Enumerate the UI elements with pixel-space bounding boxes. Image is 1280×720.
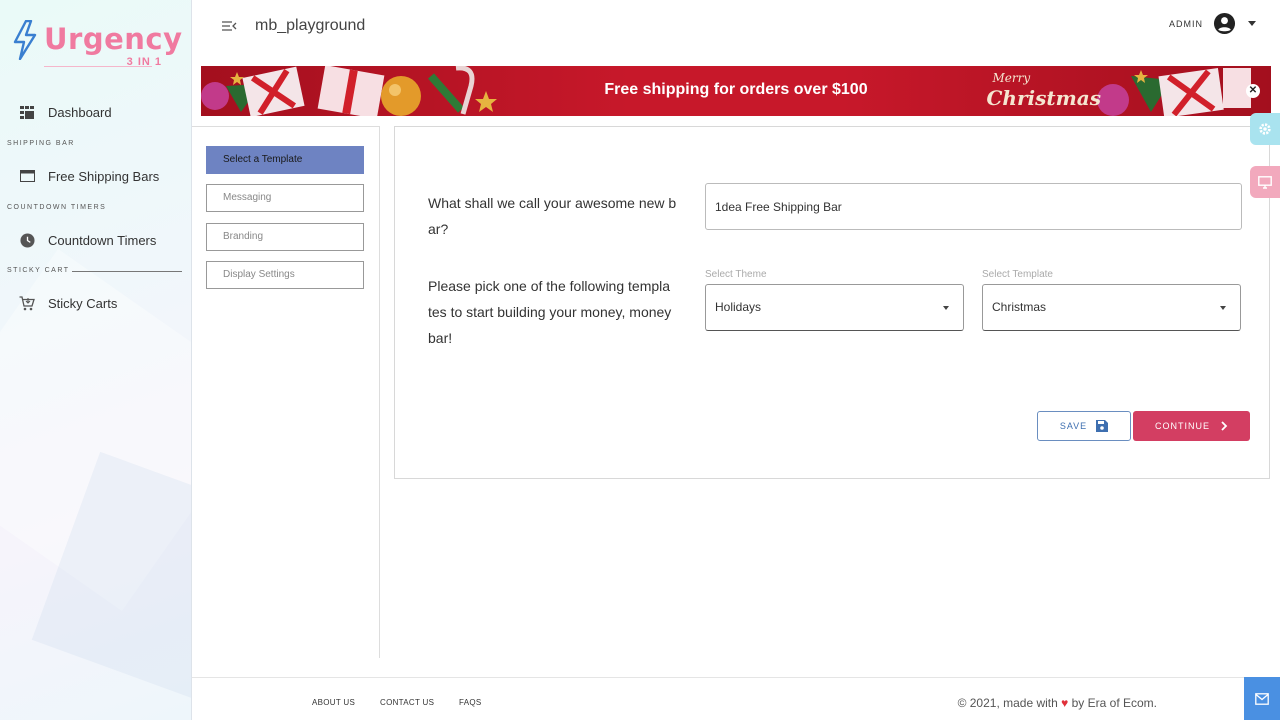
template-form-card: What shall we call your awesome new b ar… <box>394 126 1270 479</box>
store-name: mb_playground <box>255 17 366 34</box>
section-label-countdown-timers: COUNTDOWN TIMERS <box>7 204 107 211</box>
copyright-prefix: © 2021, made with <box>957 696 1058 710</box>
preview-float-button[interactable] <box>1250 166 1280 198</box>
template-select-label: Select Template <box>982 269 1053 280</box>
user-menu[interactable]: ADMIN <box>1169 12 1256 35</box>
shipping-bar-preview: Free shipping for orders over $100 Merry… <box>201 66 1271 116</box>
question-line: bar! <box>428 330 453 346</box>
menu-collapse-icon[interactable] <box>221 18 237 34</box>
theme-select[interactable]: Holidays <box>705 284 964 331</box>
brand-name: Urgency <box>44 22 183 56</box>
save-button[interactable]: SAVE <box>1037 411 1131 441</box>
step-messaging[interactable]: Messaging <box>206 184 364 212</box>
step-select-template[interactable]: Select a Template <box>206 146 364 174</box>
bar-window-icon <box>19 168 35 184</box>
contact-mail-button[interactable] <box>1244 677 1280 720</box>
gear-icon <box>1259 123 1271 135</box>
footer-copyright: © 2021, made with ♥ by Era of Ecom. <box>958 696 1157 710</box>
holiday-decoration-right <box>1097 68 1251 116</box>
sidebar-item-label: Countdown Timers <box>48 232 157 248</box>
theme-select-value: Holidays <box>715 300 762 314</box>
theme-select-label: Select Theme <box>705 269 767 280</box>
settings-float-button[interactable] <box>1250 113 1280 145</box>
name-question: What shall we call your awesome new b ar… <box>428 190 688 242</box>
section-label-shipping-bar: SHIPPING BAR <box>7 140 75 147</box>
step-branding[interactable]: Branding <box>206 223 364 251</box>
clock-icon <box>19 232 35 248</box>
cart-icon <box>19 295 35 311</box>
app-logo[interactable]: Urgency 3 IN 1 <box>10 18 183 74</box>
steps-panel: Select a Template Messaging Branding Dis… <box>192 126 380 658</box>
save-button-label: SAVE <box>1059 421 1088 431</box>
sidebar-item-countdown-timers[interactable]: Countdown Timers <box>0 226 190 254</box>
close-icon[interactable]: ✕ <box>1246 84 1260 98</box>
sidebar-item-sticky-carts[interactable]: Sticky Carts <box>0 289 190 317</box>
question-line: ar? <box>428 221 449 237</box>
brand-subtitle: 3 IN 1 <box>126 56 162 68</box>
sidebar-item-free-shipping-bars[interactable]: Free Shipping Bars <box>0 162 190 190</box>
dashboard-grid-icon <box>19 104 35 120</box>
top-bar: mb_playground ADMIN <box>192 0 1280 54</box>
heart-icon: ♥ <box>1061 696 1069 710</box>
section-label-sticky-cart: STICKY CART <box>7 267 70 274</box>
script-line: Christmas <box>986 86 1101 110</box>
copyright-suffix[interactable]: by Era of Ecom. <box>1072 696 1157 710</box>
monitor-icon <box>1258 175 1272 189</box>
footer-link-contact[interactable]: CONTACT US <box>380 698 434 707</box>
floppy-disk-icon <box>1096 420 1109 432</box>
step-display-settings[interactable]: Display Settings <box>206 261 364 289</box>
script-line: Merry <box>992 71 1031 85</box>
template-question: Please pick one of the following templa … <box>428 273 698 351</box>
lightning-bolt-icon <box>13 20 37 60</box>
template-select[interactable]: Christmas <box>982 284 1241 331</box>
section-divider <box>72 271 182 272</box>
dropdown-arrow-icon <box>1220 306 1226 310</box>
continue-button-label: CONTINUE <box>1155 421 1210 431</box>
question-line: tes to start building your money, money <box>428 304 672 320</box>
footer-link-faqs[interactable]: FAQS <box>459 698 482 707</box>
question-line: Please pick one of the following templa <box>428 278 671 294</box>
footer-link-about[interactable]: ABOUT US <box>312 698 355 707</box>
question-line: What shall we call your awesome new b <box>428 195 677 211</box>
user-name: ADMIN <box>1169 18 1203 29</box>
dropdown-arrow-icon <box>943 306 949 310</box>
template-select-value: Christmas <box>992 300 1047 314</box>
merry-christmas-lettering: Merry Christmas <box>987 68 1101 108</box>
chevron-right-icon <box>1221 421 1228 431</box>
sidebar-item-label: Sticky Carts <box>48 295 118 311</box>
mail-icon <box>1255 692 1269 705</box>
account-circle-icon <box>1213 12 1236 35</box>
sidebar-item-label: Free Shipping Bars <box>48 168 160 184</box>
sidebar-item-dashboard[interactable]: Dashboard <box>0 98 190 126</box>
bar-name-input[interactable] <box>705 183 1242 230</box>
sidebar-item-label: Dashboard <box>48 104 112 120</box>
continue-button[interactable]: CONTINUE <box>1133 411 1250 441</box>
sidebar: Urgency 3 IN 1 Dashboard SHIPPING BAR Fr… <box>0 0 192 720</box>
chevron-down-icon <box>1248 21 1256 26</box>
footer: ABOUT US CONTACT US FAQS © 2021, made wi… <box>192 677 1280 720</box>
